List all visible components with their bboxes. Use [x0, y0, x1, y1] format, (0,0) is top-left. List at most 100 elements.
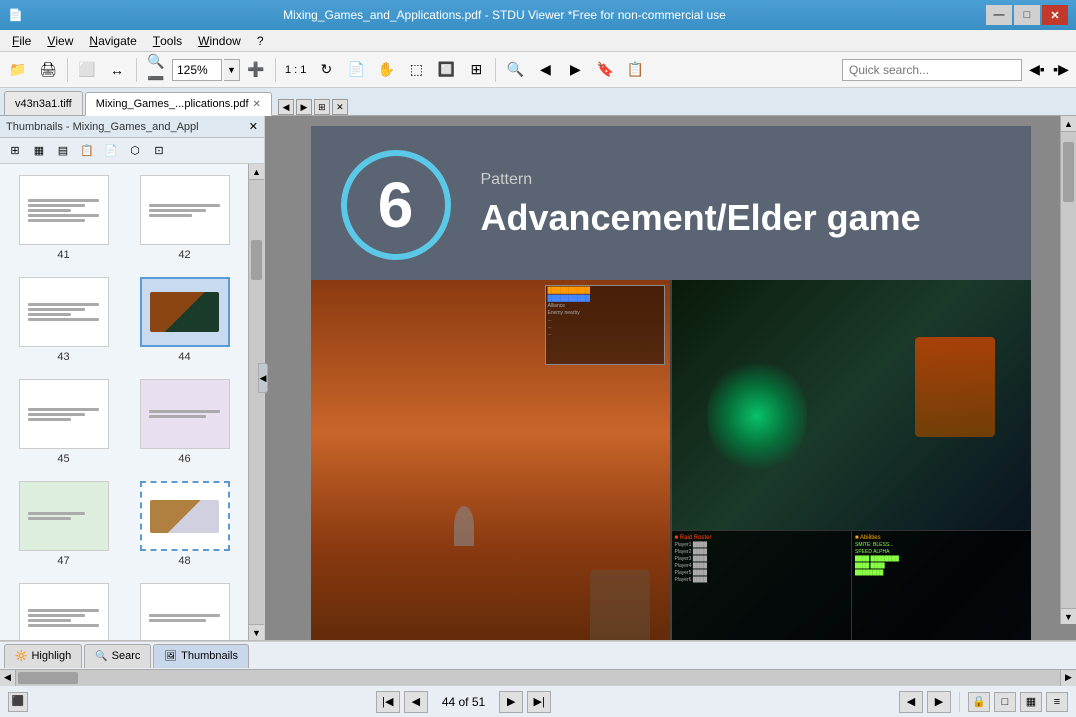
fwd-btn[interactable]: ▶ [561, 56, 589, 84]
more-btn[interactable]: ⊞ [462, 56, 490, 84]
tab-nav-right[interactable]: ▶ [296, 99, 312, 115]
close-button[interactable]: ✕ [1042, 5, 1068, 25]
zoom-dropdown-btn[interactable]: ▼ [224, 59, 240, 81]
zoom-out-btn[interactable]: 🔍➖ [142, 56, 170, 84]
zoom-page-ratio: 1 : 1 [281, 64, 310, 76]
tab-nav-left[interactable]: ◀ [278, 99, 294, 115]
scroll-up-btn[interactable]: ▲ [249, 164, 264, 180]
sidebar-grid-btn[interactable]: ⊞ [4, 141, 26, 161]
open-folder-btn[interactable]: 📁 [4, 56, 32, 84]
thumbnail-48[interactable]: 48 [129, 478, 240, 570]
bookmark-btn[interactable]: 🔖 [591, 56, 619, 84]
sidebar-list-btn[interactable]: ▦ [28, 141, 50, 161]
view-scroll-btn[interactable]: ≡ [1046, 692, 1068, 712]
fit-width-btn[interactable]: ↔ [103, 56, 131, 84]
sidebar-detail-btn[interactable]: ▤ [52, 141, 74, 161]
menu-navigate[interactable]: Navigate [81, 30, 144, 51]
thumb-img-44 [140, 277, 230, 347]
pattern-title: Advancement/Elder game [481, 197, 921, 239]
clipboard-btn[interactable]: 📋 [621, 56, 649, 84]
sidebar-more-btn[interactable]: ⊡ [148, 141, 170, 161]
sidebar-collapse-btn[interactable]: ◀ [258, 363, 268, 393]
thumbnail-47[interactable]: 47 [8, 478, 119, 570]
lock-btn[interactable]: 🔒 [968, 692, 990, 712]
hscroll-right-btn[interactable]: ▶ [1060, 670, 1076, 686]
horizontal-scrollbar[interactable]: ◀ ▶ [0, 669, 1076, 685]
sidebar-copy-btn[interactable]: 📋 [76, 141, 98, 161]
scroll-thumb[interactable] [251, 240, 262, 280]
nav-next-btn[interactable]: ▶ [499, 691, 523, 713]
thumbnail-45[interactable]: 45 [8, 376, 119, 468]
tab-nav-close-all[interactable]: ✕ [332, 99, 348, 115]
print-btn[interactable]: 🖨 [34, 56, 62, 84]
nav-prev-btn[interactable]: ◀ [404, 691, 428, 713]
sidebar-scrollbar[interactable]: ▲ ▼ [248, 164, 264, 640]
pdf-scroll-track[interactable] [1061, 132, 1076, 608]
menu-tools[interactable]: Tools [145, 30, 190, 51]
view-double-btn[interactable]: ▦ [1020, 692, 1042, 712]
page-info: 44 of 51 [432, 695, 495, 709]
page-btn[interactable]: 📄 [342, 56, 370, 84]
menu-view[interactable]: View [39, 30, 81, 51]
hscroll-thumb[interactable] [18, 672, 78, 684]
thumbnail-50[interactable]: 50 [129, 580, 240, 640]
next-page-btn[interactable]: ▶ [927, 691, 951, 713]
tab-search[interactable]: 🔍 Searc [84, 644, 151, 668]
nav-last-btn[interactable]: ▶| [527, 691, 551, 713]
scroll-track[interactable] [249, 180, 264, 624]
thumbnail-43[interactable]: 43 [8, 274, 119, 366]
thumb-label-47: 47 [57, 555, 69, 567]
zoom-in-btn[interactable]: ➕ [242, 56, 270, 84]
hscroll-track[interactable] [18, 672, 1058, 684]
sidebar-close-btn[interactable]: ✕ [249, 120, 258, 133]
search-prev-btn[interactable]: ◀▪ [1026, 59, 1048, 81]
pdf-scroll-up[interactable]: ▲ [1061, 116, 1076, 132]
sidebar-title: Thumbnails - Mixing_Games_and_Appl [6, 121, 199, 133]
pdf-header: 6 Pattern Advancement/Elder game [311, 126, 1031, 280]
thumbnail-41[interactable]: 41 [8, 172, 119, 264]
thumb-label-46: 46 [178, 453, 190, 465]
back-btn[interactable]: ◀ [531, 56, 559, 84]
minimize-button[interactable]: — [986, 5, 1012, 25]
sidebar-doc-btn[interactable]: 📄 [100, 141, 122, 161]
tab-tiff[interactable]: v43n3a1.tiff [4, 91, 83, 115]
zoom-rect-btn[interactable]: 🔲 [432, 56, 460, 84]
select-btn[interactable]: ⬚ [402, 56, 430, 84]
find-btn[interactable]: 🔍 [501, 56, 529, 84]
search-input[interactable] [842, 59, 1022, 81]
bottom-tab-bar: 🔆 Highligh 🔍 Searc 🖼 Thumbnails [0, 641, 1076, 669]
pdf-scroll-thumb[interactable] [1063, 142, 1074, 202]
pdf-scroll-down[interactable]: ▼ [1061, 608, 1076, 624]
pdf-vscrollbar[interactable]: ▲ ▼ [1060, 116, 1076, 624]
menu-help[interactable]: ? [249, 30, 272, 51]
thumbnail-44[interactable]: 44 [129, 274, 240, 366]
thumbnail-49[interactable]: 49 [8, 580, 119, 640]
nav-first-btn[interactable]: |◀ [376, 691, 400, 713]
status-right: ◀ ▶ 🔒 □ ▦ ≡ [899, 691, 1068, 713]
panel-toggle-btn[interactable]: ⬛ [8, 692, 28, 712]
menu-window[interactable]: Window [190, 30, 249, 51]
rotate-btn[interactable]: ↻ [312, 56, 340, 84]
zoom-input[interactable]: 125% [172, 59, 222, 81]
maximize-button[interactable]: □ [1014, 5, 1040, 25]
thumbnail-42[interactable]: 42 [129, 172, 240, 264]
thumb-label-48: 48 [178, 555, 190, 567]
tab-close-btn[interactable]: ✕ [253, 99, 261, 110]
thumbnail-46[interactable]: 46 [129, 376, 240, 468]
sidebar-layout-btn[interactable]: ⬡ [124, 141, 146, 161]
tab-tiff-label: v43n3a1.tiff [15, 98, 72, 110]
hscroll-left-btn[interactable]: ◀ [0, 670, 16, 686]
prev-page-btn[interactable]: ◀ [899, 691, 923, 713]
view-single-btn[interactable]: □ [994, 692, 1016, 712]
tab-highlights[interactable]: 🔆 Highligh [4, 644, 82, 668]
fit-page-btn[interactable]: ⬜ [73, 56, 101, 84]
tab-nav-expand[interactable]: ⊞ [314, 99, 330, 115]
scroll-down-btn[interactable]: ▼ [249, 624, 264, 640]
search-next-btn[interactable]: ▪▶ [1050, 59, 1072, 81]
tab-thumbnails[interactable]: 🖼 Thumbnails [153, 644, 249, 668]
thumb-img-41 [19, 175, 109, 245]
hand-tool-btn[interactable]: ✋ [372, 56, 400, 84]
menu-file[interactable]: File [4, 30, 39, 51]
tab-pdf[interactable]: Mixing_Games_...plications.pdf ✕ [85, 92, 272, 116]
tab-highlights-label: Highligh [31, 650, 71, 662]
